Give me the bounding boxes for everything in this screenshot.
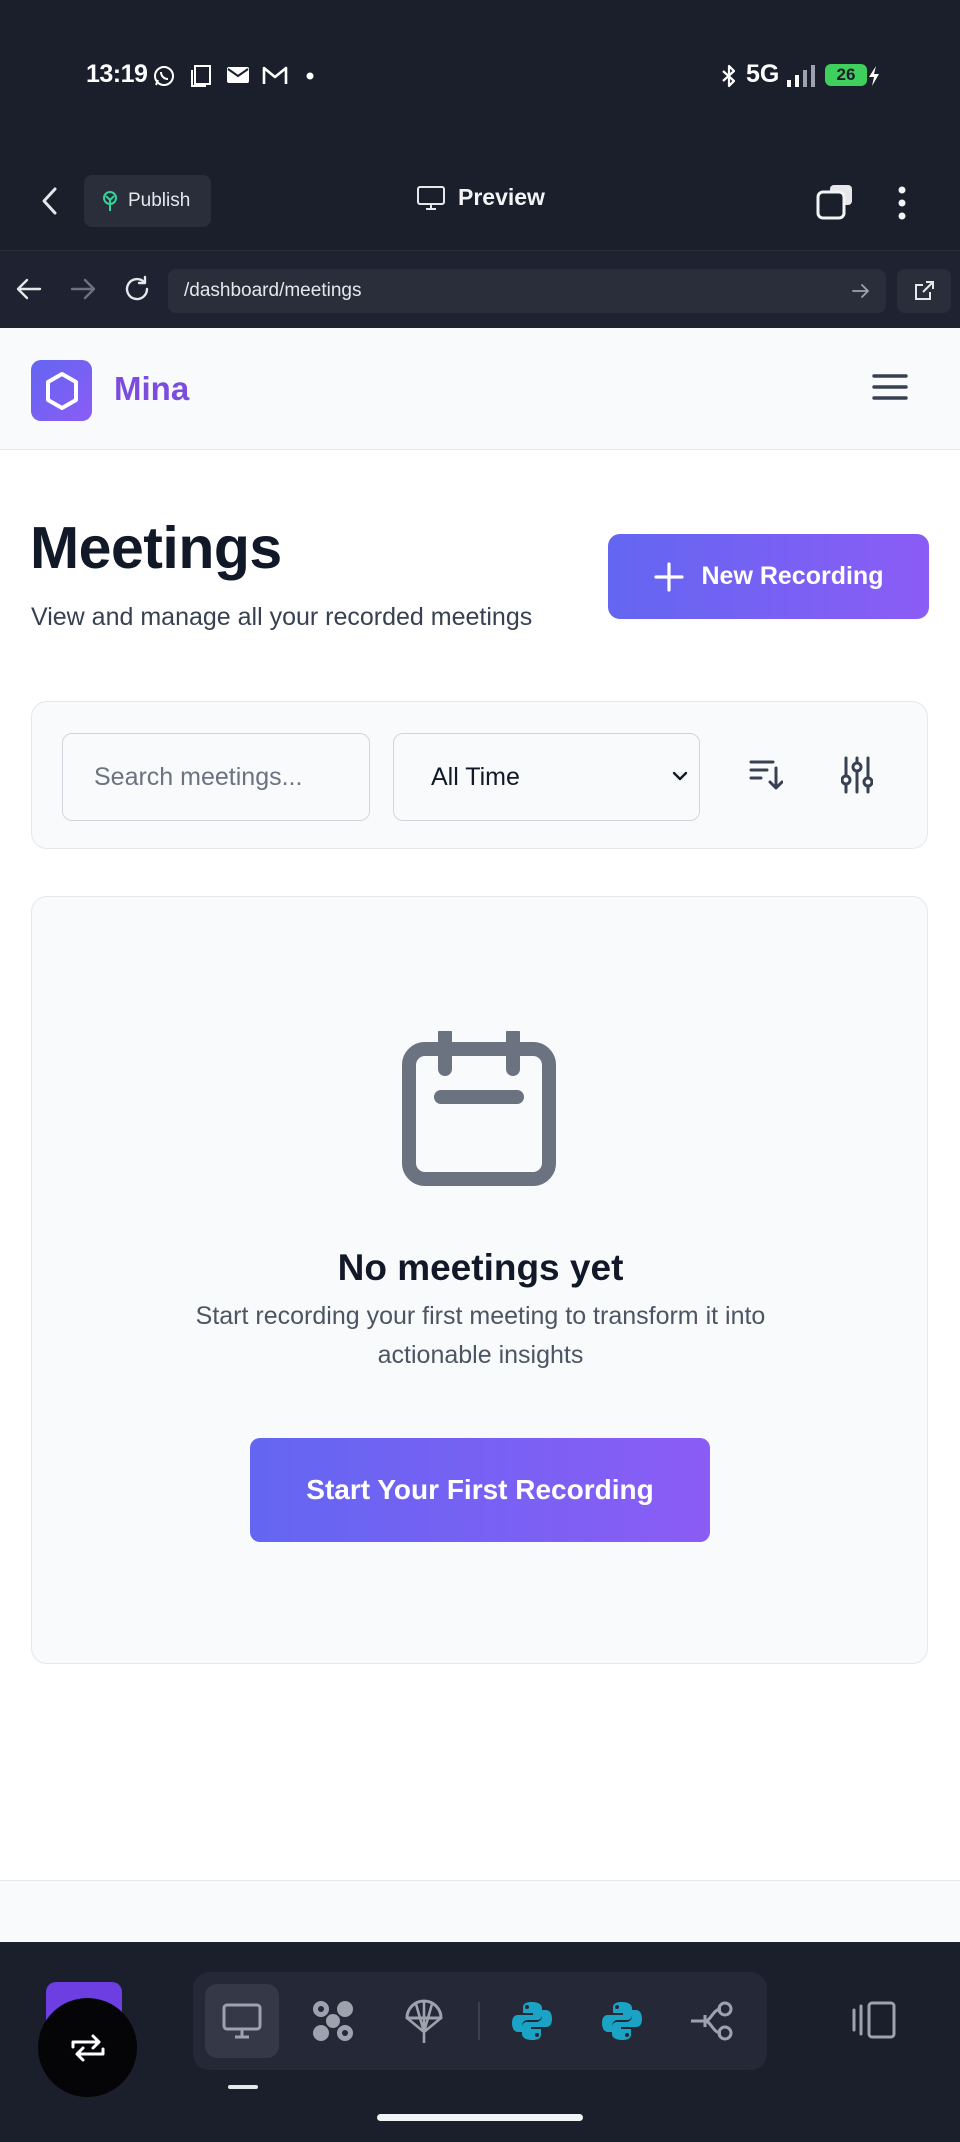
filter-sliders-icon[interactable] [841,756,873,794]
app-viewport: Mina Meetings View and manage all your r… [0,328,960,1943]
open-external-button[interactable] [897,269,951,313]
calendar-icon [401,1031,557,1187]
time-range-value: All Time [431,762,520,791]
new-recording-label: New Recording [701,562,884,590]
workflow-branch-icon [689,2000,735,2042]
python-icon [600,1999,644,2043]
network-type: 5G [746,60,780,88]
battery-icon: 26 [825,64,867,86]
python-shell-button[interactable] [585,1984,659,2058]
back-chevron-icon[interactable] [40,186,60,216]
parachute-icon [404,1998,444,2044]
app-logo[interactable] [31,360,92,421]
switch-floating-button[interactable] [38,1998,137,2097]
status-bar: 13:19 5G 26 [0,0,960,150]
screenshot-icon [190,64,212,88]
nav-forward-icon[interactable] [70,277,96,301]
filter-panel: All Time [31,701,928,849]
monitor-icon [416,185,446,211]
tabs-icon[interactable] [816,184,854,220]
preview-label: Preview [458,184,545,210]
search-input[interactable] [62,733,370,821]
gmail-icon [262,64,288,86]
bluetooth-icon [720,64,738,88]
start-first-recording-button[interactable]: Start Your First Recording [250,1438,710,1542]
whatsapp-icon [152,64,176,88]
external-link-icon [913,280,935,302]
monitor-icon [221,2002,263,2040]
url-text: /dashboard/meetings [184,280,362,301]
time-range-select[interactable]: All Time [393,733,700,821]
menu-icon[interactable] [872,372,908,402]
nav-back-icon[interactable] [16,277,42,301]
editor-toolbar: Publish Preview [0,150,960,250]
signal-icon [786,64,816,88]
repeat-arrows-icon [69,2033,107,2063]
active-tab-indicator [228,2085,258,2089]
empty-state-card: No meetings yet Start recording your fir… [31,896,928,1664]
browser-url-bar: /dashboard/meetings [0,250,960,329]
chevron-down-icon [671,769,689,783]
page-subtitle: View and manage all your recorded meetin… [31,603,533,631]
charging-icon [868,66,880,86]
url-input[interactable]: /dashboard/meetings [168,269,886,313]
reload-icon[interactable] [123,275,151,303]
dock-divider [478,2002,480,2040]
more-options-icon[interactable] [897,186,907,220]
extensions-button[interactable] [296,1984,370,2058]
publish-tree-icon [100,190,120,212]
hexagon-icon [44,371,80,411]
brand-name[interactable]: Mina [114,370,189,408]
empty-state-description: Start recording your first meeting to tr… [195,1302,766,1369]
dot-icon [306,72,314,80]
deploy-button[interactable] [387,1984,461,2058]
workflow-button[interactable] [675,1984,749,2058]
status-time: 13:19 [86,60,148,88]
home-indicator[interactable] [377,2114,583,2121]
mail-icon [226,64,250,86]
page-title: Meetings [30,515,282,581]
new-recording-button[interactable]: New Recording [608,534,929,619]
publish-label: Publish [128,190,191,211]
app-header: Mina [0,328,960,450]
side-panel-icon[interactable] [851,2000,897,2040]
python-icon [510,1999,554,2043]
app-footer [0,1880,960,1943]
battery-level: 26 [836,65,856,84]
desktop-view-button[interactable] [205,1984,279,2058]
url-go-arrow-icon[interactable] [852,282,870,300]
preview-toggle[interactable]: Preview [416,184,545,211]
sort-descending-icon[interactable] [749,758,783,792]
start-first-recording-label: Start Your First Recording [306,1474,654,1505]
publish-button[interactable]: Publish [84,175,211,227]
empty-state-title: No meetings yet [337,1247,624,1288]
bottom-dock [0,1942,960,2142]
dock-toolbar [193,1972,767,2070]
puzzle-grid-icon [309,1997,357,2045]
python-console-button[interactable] [495,1984,569,2058]
plus-icon [653,561,684,592]
